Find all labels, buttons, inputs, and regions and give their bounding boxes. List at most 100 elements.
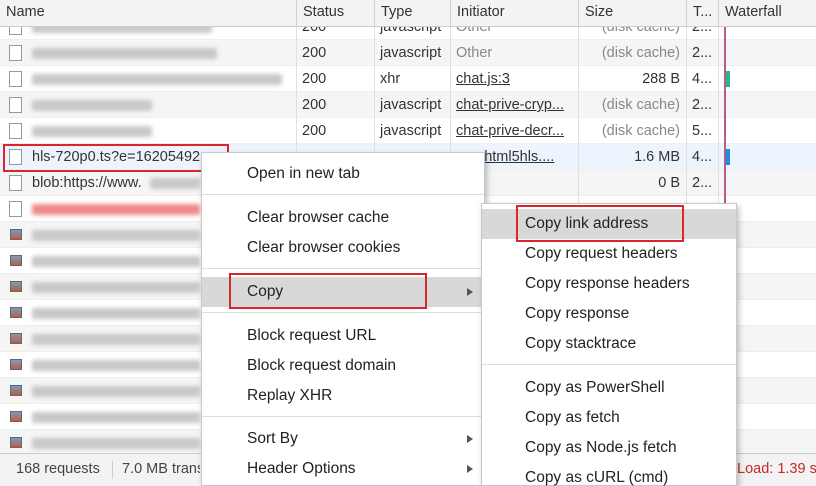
menu-copy-as-nodejs-fetch[interactable]: Copy as Node.js fetch [482,433,736,463]
blurred-name [32,100,152,111]
column-header-name[interactable]: Name [0,0,296,27]
submenu-arrow-icon [467,288,473,296]
highlight-selected-request [3,144,229,172]
menu-block-request-domain[interactable]: Block request domain [202,351,484,381]
file-icon [9,27,22,35]
table-row[interactable]: 200 javascript chat-prive-cryp... (disk … [0,92,816,118]
menu-separator [202,416,484,417]
menu-copy-response-headers[interactable]: Copy response headers [482,269,736,299]
name-cell: blob:https://www. [32,175,142,191]
size-cell: (disk cache) [601,97,680,113]
menu-separator [202,268,484,269]
menu-copy-request-headers[interactable]: Copy request headers [482,239,736,269]
initiator-link[interactable]: chat.js:3 [450,66,578,92]
file-icon [9,45,22,61]
blurred-name [32,230,200,241]
type-cell: javascript [380,97,442,113]
image-icon [10,359,22,370]
table-row[interactable]: 200 javascript Other (disk cache) 2... [0,40,816,66]
table-row[interactable]: 200 javascript Other (disk cache) 2... [0,27,816,40]
file-icon [9,97,22,113]
submenu-arrow-icon [467,465,473,473]
waterfall-line [724,170,726,196]
time-cell: 2... [692,45,713,61]
status-cell: 200 [302,27,327,35]
blurred-name [32,74,282,85]
blurred-name [32,204,200,215]
blurred-name [32,282,200,293]
menu-clear-browser-cache[interactable]: Clear browser cache [202,203,484,233]
time-cell: 2... [692,175,713,191]
file-icon [9,123,22,139]
menu-copy-response[interactable]: Copy response [482,299,736,329]
menu-block-request-url[interactable]: Block request URL [202,321,484,351]
time-cell: 4... [692,149,713,165]
file-icon [9,201,22,217]
size-cell: 1.6 MB [634,149,680,165]
menu-separator [202,194,484,195]
blurred-name [32,360,200,371]
request-count: 168 requests [16,461,100,477]
size-cell: (disk cache) [601,27,680,35]
image-icon [10,385,22,396]
load-time: Load: 1.39 s [737,461,816,477]
blurred-name [32,48,217,59]
image-icon [10,411,22,422]
status-cell: 200 [302,71,327,87]
menu-copy-stacktrace[interactable]: Copy stacktrace [482,329,736,359]
time-cell: 2... [692,27,713,35]
type-cell: javascript [380,45,442,61]
column-header-type[interactable]: Type [374,0,450,27]
highlight-copy-link-address [516,205,684,242]
menu-copy-as-fetch[interactable]: Copy as fetch [482,403,736,433]
status-cell: 200 [302,97,327,113]
column-header-initiator[interactable]: Initiator [450,0,578,27]
waterfall-bar [726,71,730,87]
blurred-name [32,334,200,345]
waterfall-line [724,92,726,118]
blurred-name [32,308,200,319]
image-icon [10,281,22,292]
initiator-cell: Other [456,45,493,61]
menu-replay-xhr[interactable]: Replay XHR [202,381,484,411]
network-table-header: Name Status Type Initiator Size T... Wat… [0,0,816,27]
waterfall-line [724,40,726,66]
image-icon [10,307,22,318]
waterfall-bar [726,149,730,165]
menu-header-options[interactable]: Header Options [202,454,484,484]
table-row[interactable]: 200 javascript chat-prive-decr... (disk … [0,118,816,144]
blurred-name [32,438,200,449]
initiator-link[interactable]: chat-prive-decr... [450,118,578,144]
column-header-size[interactable]: Size [578,0,686,27]
image-icon [10,333,22,344]
menu-open-in-new-tab[interactable]: Open in new tab [202,159,484,189]
type-cell: javascript [380,27,442,35]
context-menu: Open in new tab Clear browser cache Clea… [201,152,485,486]
size-cell: (disk cache) [601,45,680,61]
column-header-time[interactable]: T... [686,0,718,27]
time-cell: 5... [692,123,713,139]
blurred-name [32,126,152,137]
table-row[interactable]: 200 xhr chat.js:3 288 B 4... [0,66,816,92]
waterfall-line [724,118,726,144]
file-icon [9,175,22,191]
status-divider [112,461,113,479]
blurred-name [32,256,200,267]
blurred-name [32,386,200,397]
menu-copy-as-powershell[interactable]: Copy as PowerShell [482,373,736,403]
menu-sort-by[interactable]: Sort By [202,424,484,454]
type-cell: javascript [380,123,442,139]
time-cell: 2... [692,97,713,113]
image-icon [10,229,22,240]
blurred-name [32,412,200,423]
menu-clear-browser-cookies[interactable]: Clear browser cookies [202,233,484,263]
menu-copy-as-curl-cmd[interactable]: Copy as cURL (cmd) [482,463,736,486]
status-cell: 200 [302,45,327,61]
type-cell: xhr [380,71,401,87]
image-icon [10,255,22,266]
image-icon [10,437,22,448]
column-header-status[interactable]: Status [296,0,374,27]
column-header-waterfall[interactable]: Waterfall [718,0,816,27]
transferred-size: 7.0 MB trans [122,461,200,477]
initiator-link[interactable]: chat-prive-cryp... [450,92,578,118]
